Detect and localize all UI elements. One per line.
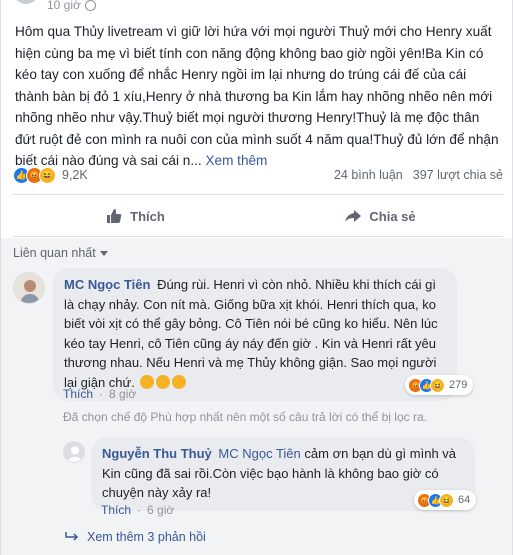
reply-mention[interactable]: MC Ngọc Tiên (218, 446, 300, 461)
comment-bubble: MC Ngọc Tiên Đúng rùi. Henri vì còn nhỏ.… (53, 268, 457, 401)
comment-author[interactable]: MC Ngọc Tiên (64, 277, 150, 292)
reply-reaction-pill[interactable]: 😡 👍 😆 64 (414, 490, 477, 510)
shares-count[interactable]: 397 lượt chia sẻ (413, 168, 503, 182)
comments-count[interactable]: 24 bình luận (334, 168, 403, 182)
post-stats: 👍 😡 😆 9,2K 24 bình luận 397 lượt chia sẻ (13, 164, 503, 186)
post-actions: Thích Chia sẻ (13, 199, 503, 233)
comments-sort-dropdown[interactable]: Liên quan nhất (13, 246, 108, 260)
caret-down-icon (99, 250, 108, 256)
reply-time[interactable]: 6 giờ (147, 503, 174, 517)
kiss-emoji-icon (140, 374, 155, 389)
like-button[interactable]: Thích (13, 199, 258, 233)
share-arrow-icon (345, 210, 362, 222)
post-time-row: 10 giờ (47, 0, 96, 12)
reaction-summary[interactable]: 👍 😡 😆 9,2K (13, 166, 88, 184)
reply-author[interactable]: Nguyễn Thu Thuỷ (102, 446, 212, 461)
post-text: Hôm qua Thủy livetream vì giữ lời hứa vớ… (15, 24, 499, 168)
divider (13, 236, 503, 237)
reply-reaction-count: 64 (458, 494, 471, 506)
like-label: Thích (130, 208, 165, 224)
haha-reaction-icon: 😆 (439, 492, 454, 508)
filter-notice: Đã chọn chế độ Phù hợp nhất nên một số c… (63, 410, 427, 424)
share-label: Chia sẻ (369, 208, 416, 224)
thumbs-up-icon (107, 209, 122, 223)
view-more-replies-label: Xem thêm 3 phản hồi (87, 530, 206, 544)
share-button[interactable]: Chia sẻ (258, 199, 503, 233)
divider (13, 194, 503, 195)
reply-arrow-icon (65, 532, 79, 541)
post-header: 10 giờ (1, 0, 512, 12)
comment-time[interactable]: 8 giờ (109, 387, 136, 401)
reply-meta: Thích · 6 giờ (101, 503, 175, 517)
author-avatar[interactable] (13, 0, 39, 4)
reaction-count[interactable]: 9,2K (62, 168, 88, 182)
haha-reaction-icon: 😆 (430, 377, 445, 393)
post-body: Hôm qua Thủy livetream vì giữ lời hứa vớ… (15, 21, 503, 172)
comment-like-link[interactable]: Thích (63, 387, 93, 401)
comments-sort-label: Liên quan nhất (13, 246, 96, 260)
haha-reaction-icon: 😆 (39, 166, 56, 184)
commenter-avatar[interactable] (13, 272, 45, 304)
post-card: 10 giờ Hôm qua Thủy livetream vì giữ lời… (0, 0, 513, 555)
replier-avatar[interactable] (63, 441, 85, 463)
post-time[interactable]: 10 giờ (47, 0, 81, 12)
comment-reaction-count: 279 (449, 379, 468, 391)
comment-meta: Thích · 8 giờ (63, 387, 137, 401)
globe-icon (84, 0, 96, 11)
reply-like-link[interactable]: Thích (101, 503, 131, 517)
comment-text: Đúng rùi. Henri vì còn nhỏ. Nhiều khi th… (64, 277, 438, 390)
kiss-emoji-icon (172, 374, 187, 389)
comment-reaction-pill[interactable]: 😡 👍 😆 279 (405, 375, 474, 395)
kiss-emoji-icon (156, 374, 171, 389)
view-more-replies-link[interactable]: Xem thêm 3 phản hồi (65, 530, 206, 544)
